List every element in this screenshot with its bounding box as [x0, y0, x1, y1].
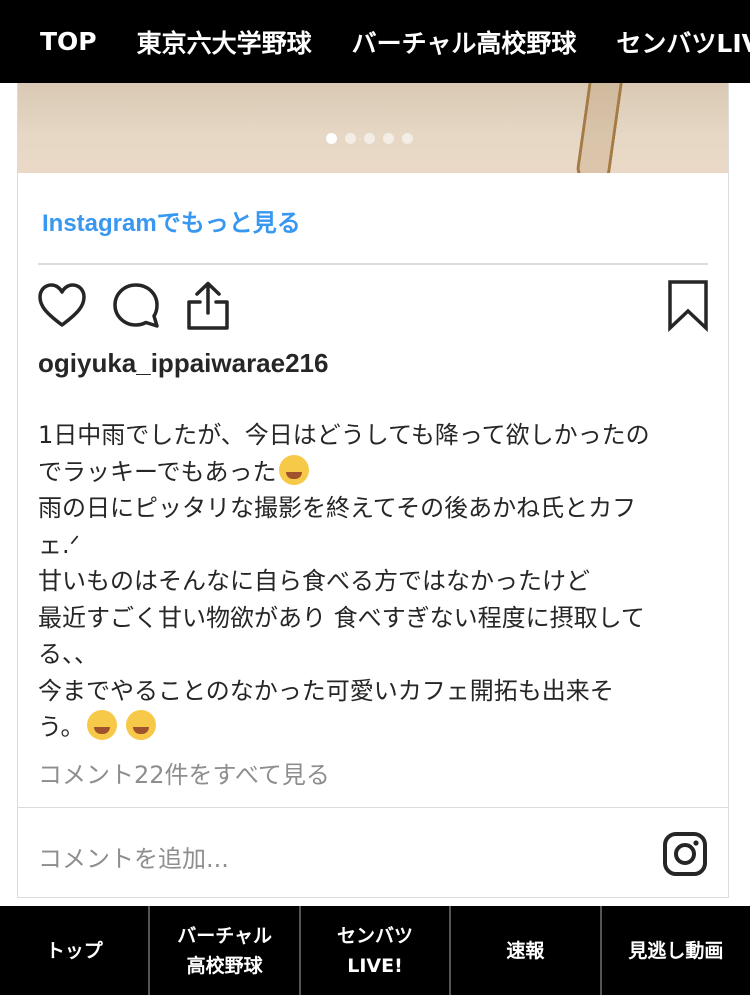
caption-line: 1日中雨でしたが、今日はどうしても降って欲しかったの — [38, 421, 650, 449]
post-username[interactable]: ogiyuka_ippaiwarae216 — [38, 348, 328, 379]
carousel-indicator — [326, 133, 413, 144]
carousel-dot — [402, 133, 413, 144]
like-heart-icon[interactable] — [36, 280, 88, 332]
bottom-nav-missed-videos[interactable]: 見逃し動画 — [602, 906, 750, 995]
top-nav-item-big6-baseball[interactable]: 東京六大学野球 — [117, 24, 332, 60]
caption-line: ェ.ᐟ — [38, 530, 80, 559]
view-more-on-instagram-link[interactable]: Instagramでもっと見る — [42, 203, 301, 238]
spoon-image — [574, 83, 626, 173]
bottom-nav: トップ バーチャル 高校野球 センバツ LIVE! 速報 見逃し動画 — [0, 906, 750, 995]
bottom-nav-top[interactable]: トップ — [0, 906, 151, 995]
instagram-embed-card: Instagramでもっと見る ogiyuka_ippaiwarae216 1日… — [17, 83, 729, 898]
carousel-dot — [383, 133, 394, 144]
carousel-dot — [364, 133, 375, 144]
instagram-logo-icon[interactable] — [662, 831, 708, 877]
carousel-dot — [326, 133, 337, 144]
share-icon[interactable] — [182, 280, 234, 332]
bottom-nav-senbatsu-live[interactable]: センバツ LIVE! — [301, 906, 452, 995]
top-nav-item-senbatsu-live[interactable]: センバツLIVE — [596, 24, 750, 60]
view-all-comments-link[interactable]: コメント22件をすべて見る — [38, 755, 330, 790]
caption-line: 今までやることのなかった可愛いカフェ開拓も出来そ — [38, 676, 614, 705]
divider — [38, 263, 708, 265]
grinning-squinting-face-emoji — [126, 710, 157, 740]
top-nav-item-virtual-hs-baseball[interactable]: バーチャル高校野球 — [332, 24, 597, 60]
caption-line: 雨の日にピッタリな撮影を終えてその後あかね氏とカフ — [38, 494, 637, 522]
comment-bubble-icon[interactable] — [110, 280, 162, 332]
flushed-face-emoji — [278, 454, 309, 485]
caption-line: う。 — [38, 709, 713, 746]
bookmark-icon[interactable] — [662, 280, 714, 333]
caption-line: でラッキーでもあった — [38, 454, 713, 491]
top-nav: TOP 東京六大学野球 バーチャル高校野球 センバツLIVE — [0, 0, 750, 83]
post-photo[interactable] — [18, 83, 728, 173]
caption-line: 最近すごく甘い物欲があり 食べすぎない程度に摂取して — [38, 603, 645, 632]
top-nav-item-top[interactable]: TOP — [0, 27, 117, 56]
divider — [18, 807, 728, 808]
caption-line: る、、 — [38, 640, 98, 668]
add-comment-input[interactable]: コメントを追加... — [38, 839, 229, 874]
caption-line: 甘いものはそんなに自ら食べる方ではなかったけど — [38, 567, 590, 595]
bottom-nav-virtual-hs-baseball[interactable]: バーチャル 高校野球 — [150, 906, 301, 995]
post-caption: 1日中雨でしたが、今日はどうしても降って欲しかったの でラッキーでもあった 雨の… — [38, 417, 713, 746]
carousel-dot — [345, 133, 356, 144]
bottom-nav-breaking-news[interactable]: 速報 — [451, 906, 602, 995]
grinning-squinting-face-emoji — [86, 710, 117, 740]
